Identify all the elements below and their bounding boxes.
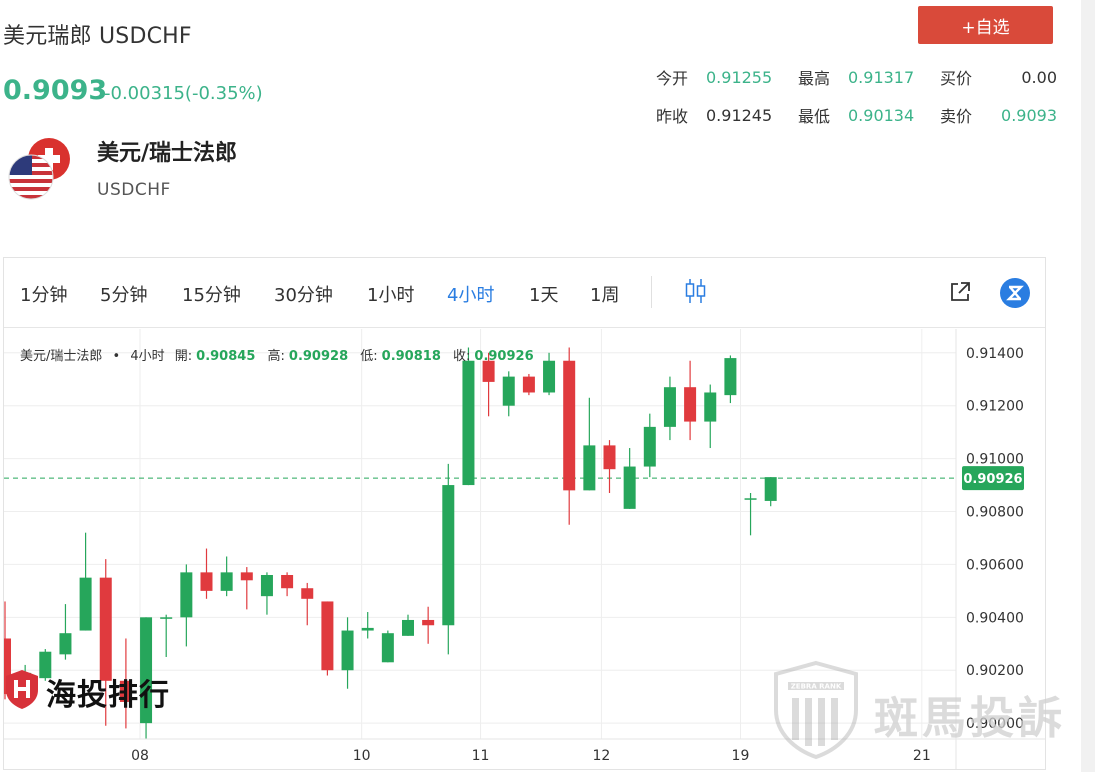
bid-value: 0.00 xyxy=(1021,67,1057,87)
y-tick-label: 0.90800 xyxy=(966,505,1024,521)
last-price-badge-label: 0.90926 xyxy=(963,472,1022,487)
candle-body xyxy=(160,617,173,619)
candle-body xyxy=(663,387,676,427)
add-to-watchlist-button[interactable]: +自选 xyxy=(918,6,1053,44)
legend-low-label: 低: xyxy=(360,349,378,364)
chart-legend: 美元/瑞士法郎 • 4小时 開: 0.90845 高: 0.90928 低: 0.90… xyxy=(20,345,542,364)
pair-name: 美元/瑞士法郎 xyxy=(97,141,238,166)
y-tick-label: 0.90600 xyxy=(966,557,1024,573)
x-tick-label: 10 xyxy=(353,748,371,764)
candle-body xyxy=(764,477,777,501)
prev-close-label: 昨收 xyxy=(656,107,689,126)
zebra-badge-text: ZEBRA RANK xyxy=(791,683,842,691)
open-value: 0.91255 xyxy=(706,67,773,87)
legend-low-value: 0.90818 xyxy=(381,349,441,364)
legend-symbol: 美元/瑞士法郎 xyxy=(20,349,103,364)
candle-body xyxy=(522,376,535,393)
zebra-shield-logo-icon: ZEBRA RANK xyxy=(774,660,858,760)
watermark-left: 海投排行 xyxy=(46,678,170,713)
current-price: 0.9093 xyxy=(3,75,108,106)
quote-row-1: 今开 0.91255 最高 0.91317 买价 0.00 xyxy=(656,58,1057,96)
x-tick-label: 08 xyxy=(131,748,149,764)
open-external-icon[interactable] xyxy=(948,280,972,304)
ask-value: 0.9093 xyxy=(1001,105,1057,125)
prev-close-value: 0.91245 xyxy=(706,105,773,125)
timeframe-30min[interactable]: 30分钟 xyxy=(274,281,333,307)
candle-body xyxy=(59,633,72,655)
legend-dot: • xyxy=(112,349,121,364)
high-label: 最高 xyxy=(798,69,831,88)
candle-body xyxy=(724,358,737,396)
bid-label: 买价 xyxy=(940,69,973,88)
y-tick-label: 0.90400 xyxy=(966,610,1024,626)
candlestick-type-icon[interactable] xyxy=(684,278,708,304)
candle-body xyxy=(220,572,233,591)
low-value: 0.90134 xyxy=(848,105,915,125)
x-tick-label: 19 xyxy=(732,748,750,764)
low-label: 最低 xyxy=(798,107,831,126)
y-tick-label: 0.91200 xyxy=(966,399,1024,415)
legend-interval: 4小时 xyxy=(130,349,165,364)
price-change: -0.00315(-0.35%) xyxy=(104,83,263,104)
candle-body xyxy=(321,601,334,671)
y-tick-label: 0.91400 xyxy=(966,346,1024,362)
candle-body xyxy=(502,376,515,406)
candle-body xyxy=(684,387,697,422)
candle-body xyxy=(402,619,414,636)
candle-body xyxy=(442,485,455,626)
candle-body xyxy=(260,575,273,597)
open-label: 今开 xyxy=(656,69,689,88)
currency-pair-flag-icon xyxy=(8,138,70,200)
pair-code: USDCHF xyxy=(97,180,171,200)
x-tick-label: 11 xyxy=(472,748,490,764)
tradingview-logo-icon[interactable] xyxy=(1000,278,1030,308)
candle-body xyxy=(79,577,92,631)
candle-body xyxy=(543,360,556,393)
high-value: 0.91317 xyxy=(848,67,915,87)
page-title: 美元瑞郎 USDCHF xyxy=(3,24,192,49)
legend-close-value: 0.90926 xyxy=(474,349,534,364)
watermark-right: 斑馬投訴 xyxy=(874,693,1066,744)
timeframe-1h[interactable]: 1小时 xyxy=(367,281,414,307)
candle-body xyxy=(583,445,596,491)
candle-body xyxy=(704,392,717,422)
timeframe-4h[interactable]: 4小时 xyxy=(447,281,494,307)
candle-body xyxy=(462,360,475,486)
page-scrollbar[interactable] xyxy=(1081,0,1095,772)
quote-summary: 今开 0.91255 最高 0.91317 买价 0.00 昨收 0.91245… xyxy=(656,58,1057,134)
candle-body xyxy=(281,575,294,589)
candle-body xyxy=(381,633,394,663)
legend-high-value: 0.90928 xyxy=(288,349,349,364)
x-tick-label: 12 xyxy=(593,748,611,764)
timeframe-5min[interactable]: 5分钟 xyxy=(100,281,147,307)
candle-body xyxy=(623,466,636,509)
candle-body xyxy=(643,426,656,467)
timeframe-15min[interactable]: 15分钟 xyxy=(182,281,241,307)
ask-label: 卖价 xyxy=(940,107,973,126)
legend-open-label: 開: xyxy=(174,349,193,364)
y-tick-label: 0.91000 xyxy=(966,452,1024,468)
y-tick-label: 0.90200 xyxy=(966,663,1024,679)
legend-open-value: 0.90845 xyxy=(196,349,256,364)
chart-toolbar: 1分钟 5分钟 15分钟 30分钟 1小时 4小时 1天 1周 xyxy=(4,258,1045,328)
legend-close-label: 收: xyxy=(453,349,471,364)
x-tick-label: 21 xyxy=(913,748,931,764)
timeframe-1min[interactable]: 1分钟 xyxy=(20,281,67,307)
candle-body xyxy=(603,445,616,470)
timeframe-1d[interactable]: 1天 xyxy=(529,281,558,307)
legend-high-label: 高: xyxy=(267,349,285,364)
timeframe-1w[interactable]: 1周 xyxy=(590,281,619,307)
candle-body xyxy=(180,572,193,618)
toolbar-divider xyxy=(651,276,652,308)
quote-row-2: 昨收 0.91245 最低 0.90134 卖价 0.9093 xyxy=(656,96,1057,134)
candle-body xyxy=(341,630,354,671)
candle-body xyxy=(240,572,253,581)
candle-body xyxy=(422,619,435,626)
candle-body xyxy=(744,498,757,500)
candle-body xyxy=(200,572,213,591)
candle-body xyxy=(99,577,112,681)
candle-body xyxy=(301,588,314,599)
candle-body xyxy=(361,627,374,631)
candle-body xyxy=(563,360,576,491)
